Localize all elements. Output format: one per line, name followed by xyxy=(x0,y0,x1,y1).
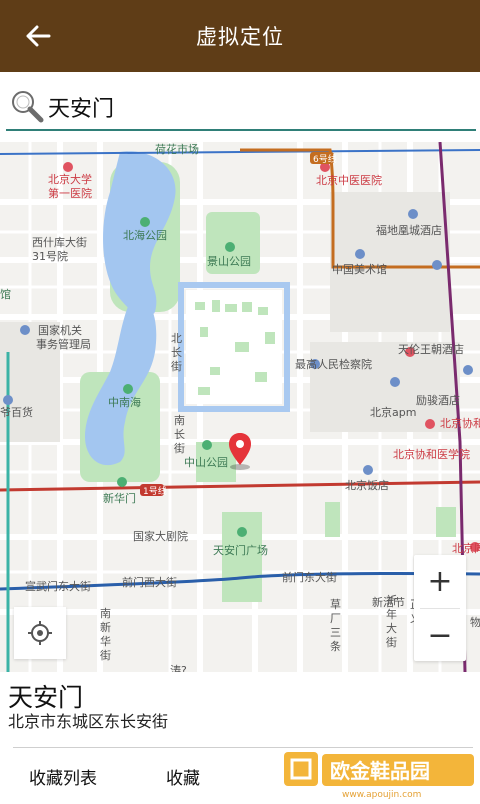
map-label-pku-1: 北京大学 xyxy=(48,172,92,186)
map-label-beijingzhan: 北京同 xyxy=(452,541,480,555)
map-label-qianmen-w: 前门西大街 xyxy=(122,575,177,589)
map-label-nanxinhua-4: 街 xyxy=(100,648,111,662)
map-view[interactable]: 荷花市场 北海公园 景山公园 中南海 中山公园 新华门 天安门广场 北京大学 第… xyxy=(0,142,480,672)
map-label-xishiku-2: 31号院 xyxy=(32,249,68,263)
map-label-beihai: 北海公园 xyxy=(123,228,167,242)
place-address: 北京市东城区东长安街 xyxy=(8,712,169,731)
map-label-caochang-3: 三 xyxy=(330,626,341,639)
info-divider xyxy=(13,747,473,748)
map-label-bottom: 涛? xyxy=(170,663,187,672)
map-label-tiananmen-sq: 天安门广场 xyxy=(213,543,268,557)
watermark-logo: 欧金鞋品园 www.apoujin.com xyxy=(284,750,476,800)
map-label-beichang-2: 长 xyxy=(171,346,182,359)
map-label-hehua: 荷花市场 xyxy=(155,142,199,156)
map-label-lijing: 励骏酒店 xyxy=(416,393,460,407)
favorite-button[interactable]: 收藏 xyxy=(166,764,200,789)
search-bar xyxy=(0,72,480,142)
title-bar: 虚拟定位 xyxy=(0,0,480,72)
zoom-out-button[interactable]: − xyxy=(414,609,466,662)
favorites-list-button[interactable]: 收藏列表 xyxy=(29,764,97,789)
map-label-dajuyuan: 国家大剧院 xyxy=(133,529,188,543)
watermark-text: 欧金鞋品园 xyxy=(330,759,430,783)
search-icon[interactable] xyxy=(10,89,44,123)
map-label-xinhuamen: 新华门 xyxy=(103,491,136,505)
map-label-zhongnanhai: 中南海 xyxy=(108,395,141,409)
map-label-meishuguan: 中国美术馆 xyxy=(332,262,387,276)
map-label-jiguan-2: 事务管理局 xyxy=(36,337,91,351)
map-label-jiguan-1: 国家机关 xyxy=(38,323,82,337)
zoom-controls: + − xyxy=(414,555,466,661)
back-arrow-icon[interactable] xyxy=(20,18,56,54)
locate-button[interactable] xyxy=(14,607,66,659)
search-input[interactable] xyxy=(48,90,468,124)
map-label-baihuo: 爷百货 xyxy=(0,405,33,419)
map-label-xishiku-1: 西什库大街 xyxy=(32,235,87,249)
crosshair-icon xyxy=(28,621,52,645)
map-label-nanxinhua-3: 华 xyxy=(100,634,111,648)
map-label-fuhao: 福地凰城酒店 xyxy=(376,223,442,237)
map-label-jingshan: 景山公园 xyxy=(207,255,251,268)
map-label-zhongshan: 中山公园 xyxy=(184,456,228,469)
search-underline xyxy=(6,129,476,131)
map-label-nanchang-1: 南 xyxy=(174,414,185,427)
page-title: 虚拟定位 xyxy=(196,25,284,49)
map-label-caochang-4: 条 xyxy=(330,639,341,653)
map-label-nanxinhua-1: 南 xyxy=(100,607,111,620)
watermark-url: www.apoujin.com xyxy=(342,790,421,800)
map-label-xinge-1: 祈 xyxy=(386,594,397,607)
map-label-beichang-3: 街 xyxy=(171,359,182,373)
map-label-wu: 物 xyxy=(470,615,480,629)
map-label-caochang-1: 草 xyxy=(330,598,341,611)
map-label-xiehe: 北京协和 xyxy=(440,416,480,430)
map-label-pku-2: 第一医院 xyxy=(48,186,92,200)
map-label-xinge-2: 年 xyxy=(386,607,397,621)
zoom-in-button[interactable]: + xyxy=(414,555,466,608)
map-label-bjapm: 北京apm xyxy=(370,405,416,419)
map-label-caochang-2: 厂 xyxy=(330,612,341,625)
map-label-bjfandian: 北京饭店 xyxy=(345,478,389,492)
map-label-tianlun: 天伦王朝酒店 xyxy=(398,342,464,356)
map-label-xiehe-hosp: 北京协和医学院 xyxy=(393,447,470,461)
map-label-qianmen-e: 前门东大街 xyxy=(282,570,337,584)
map-label-xuanwumen: 宣武门东大街 xyxy=(25,579,91,593)
map-label-guan: 馆 xyxy=(0,287,11,301)
map-label-zhongyi: 北京中医医院 xyxy=(316,173,382,187)
map-label-nanchang-2: 长 xyxy=(174,428,185,441)
map-label-nanxinhua-2: 新 xyxy=(100,620,111,634)
map-label-jianchayuan: 最高人民检察院 xyxy=(295,357,372,371)
map-label-xinge-3: 大 xyxy=(386,621,397,635)
map-label-beichang-1: 北 xyxy=(171,332,182,345)
map-label-nanchang-3: 街 xyxy=(174,441,185,455)
map-label-xinge-4: 街 xyxy=(386,635,397,649)
metro-badge-line1: 1号线 xyxy=(143,485,167,497)
metro-badge-line6: 6号线 xyxy=(313,153,337,165)
